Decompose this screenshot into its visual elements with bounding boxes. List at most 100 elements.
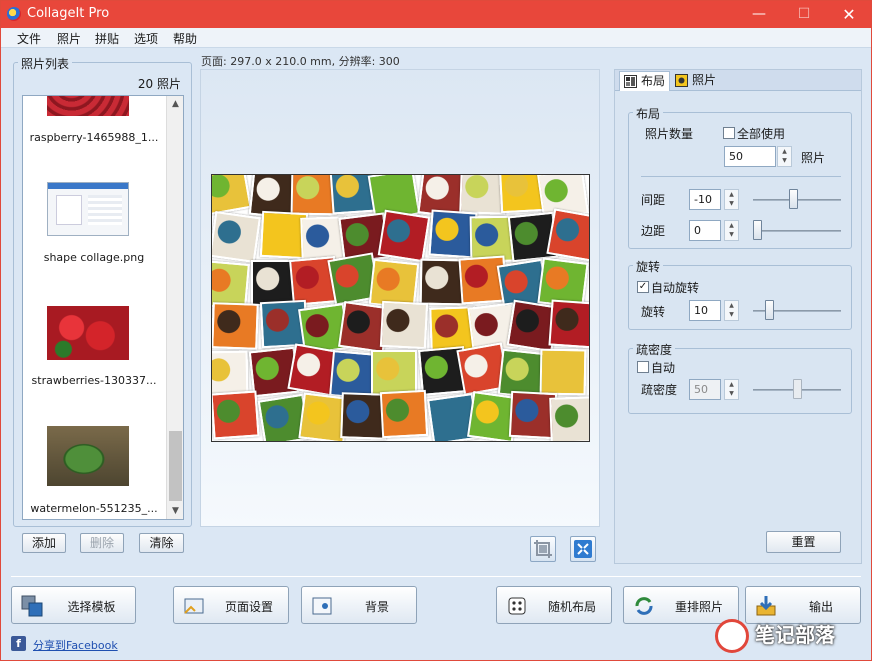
auto-rotate-checkbox[interactable]: ✓ [637,281,649,293]
layout-group: 布局 照片数量 全部使用 50 ▲ ▼ 照片 间距 -10 ▲ ▼ 边距 0 ▲ ▼ [628,105,852,249]
reset-button[interactable]: 重置 [766,531,841,553]
use-all-label: 全部使用 [737,127,786,141]
use-all-checkbox[interactable] [723,127,735,139]
random-layout-button[interactable]: 随机布局 [496,586,612,624]
scroll-up-icon[interactable]: ▲ [169,97,182,111]
rotate-slider-thumb[interactable] [765,300,774,320]
collage-photo-tile[interactable] [539,348,587,396]
scrollbar-thumb[interactable] [169,431,182,501]
menu-collage[interactable]: 拼贴 [95,30,119,47]
tab-layout[interactable]: 布局 [619,71,671,91]
list-item[interactable]: shape collage.png [23,182,165,302]
rotate-label: 旋转 [641,305,666,319]
photo-thumbnail [47,182,129,236]
random-layout-label: 随机布局 [547,600,596,614]
collage-photo-tile[interactable] [212,302,259,350]
density-group: 疏密度 自动 疏密度 50 ▲ ▼ [628,341,852,414]
page-setup-icon [184,598,204,614]
close-button[interactable]: ✕ [826,1,871,28]
scroll-down-icon[interactable]: ▼ [169,504,182,518]
template-icon [21,595,43,617]
density-slider-thumb[interactable] [793,379,802,399]
margin-slider-track[interactable] [753,230,841,232]
collage-photo-tile[interactable] [371,350,417,396]
auto-density-checkbox[interactable] [637,361,649,373]
rotation-group-title: 旋转 [633,258,664,275]
background-label: 背景 [364,600,389,614]
photo-list-scrollbar[interactable]: ▲ ▼ [166,96,183,519]
collage-photo-tile[interactable] [548,299,589,349]
density-spin[interactable]: ▲ ▼ [724,379,739,400]
dice-icon [508,597,526,615]
window-title: CollageIt Pro [27,6,110,21]
collage-photo-tile[interactable] [379,300,429,350]
density-group-title: 疏密度 [633,341,676,358]
facebook-icon[interactable]: f [11,636,26,651]
add-photo-button[interactable]: 添加 [22,533,66,553]
auto-density-label: 自动 [651,361,676,375]
photo-list[interactable]: raspberry-1465988_1... shape collage.png… [22,95,184,520]
rotate-field[interactable]: 10 [689,300,721,321]
photo-thumbnail [47,306,129,360]
choose-template-button[interactable]: 选择模板 [11,586,136,624]
photo-thumbnail [47,96,129,116]
choose-template-label: 选择模板 [67,600,116,614]
app-logo-icon [7,7,21,21]
clear-photos-button[interactable]: 清除 [139,533,184,553]
collage-photo-tile[interactable] [549,396,589,441]
collage-preview[interactable] [211,174,590,442]
collage-photo-tile[interactable] [546,208,589,262]
rotate-spin[interactable]: ▲ ▼ [724,300,739,321]
settings-panel: 布局 照片 布局 照片数量 全部使用 50 ▲▼ 照片 间距 -10 ▲▼ [614,69,862,564]
list-item[interactable]: watermelon-551235_... [23,422,165,519]
background-button[interactable]: 背景 [301,586,417,624]
page-setup-label: 页面设置 [224,600,273,614]
collage-photo-tile[interactable] [212,175,252,216]
maximize-button[interactable]: ☐ [781,1,827,28]
collage-canvas-area [200,69,600,527]
photo-label: strawberries-130337... [31,374,157,387]
site-watermark: 笔记部落 [709,613,871,660]
list-item[interactable]: strawberries-130337... [23,302,165,422]
collage-photo-tile[interactable] [212,211,261,263]
margin-field[interactable]: 0 [689,220,721,241]
density-field[interactable]: 50 [689,379,721,400]
menu-help[interactable]: 帮助 [173,30,197,47]
list-item[interactable]: raspberry-1465988_1... [23,96,165,182]
delete-photo-button[interactable]: 删除 [80,533,124,553]
margin-slider-thumb[interactable] [753,220,762,240]
watermark-logo-icon [715,619,749,653]
spacing-field[interactable]: -10 [689,189,721,210]
photo-label: shape collage.png [43,251,145,264]
menu-file[interactable]: 文件 [17,30,41,47]
background-icon [312,597,332,615]
auto-rotate-label: 自动旋转 [651,281,700,295]
collage-photo-tile[interactable] [379,389,429,439]
photo-label: raspberry-1465988_1... [29,131,159,144]
tab-photos-label: 照片 [692,73,717,87]
tab-layout-label: 布局 [641,74,666,88]
spacing-spin[interactable]: ▲ ▼ [724,189,739,210]
collage-photo-tile[interactable] [212,390,260,440]
menu-photos[interactable]: 照片 [57,30,81,47]
watermark-text: 笔记部落 [755,623,835,647]
density-label: 疏密度 [641,383,678,397]
photo-count-spin[interactable]: ▲ ▼ [777,146,792,167]
share-facebook-link[interactable]: 分享到Facebook [33,637,118,653]
app-window: CollageIt Pro — ☐ ✕ 文件 照片 拼贴 选项 帮助 照片列表 … [0,0,872,661]
menu-options[interactable]: 选项 [134,30,158,47]
menu-bar: 文件 照片 拼贴 选项 帮助 [1,28,871,48]
margin-spin[interactable]: ▲ ▼ [724,220,739,241]
photo-count-field[interactable]: 50 [724,146,776,167]
minimize-button[interactable]: — [736,1,782,28]
divider [641,176,841,177]
crop-icon[interactable] [530,536,556,562]
title-bar: CollageIt Pro — ☐ ✕ [1,1,871,28]
tab-photos[interactable]: 照片 [671,71,720,91]
photo-icon [675,74,688,87]
fit-view-icon[interactable] [570,536,596,562]
collage-photo-tile[interactable] [377,209,431,263]
page-setup-button[interactable]: 页面设置 [173,586,289,624]
spacing-slider-thumb[interactable] [789,189,798,209]
layout-group-title: 布局 [633,105,664,122]
